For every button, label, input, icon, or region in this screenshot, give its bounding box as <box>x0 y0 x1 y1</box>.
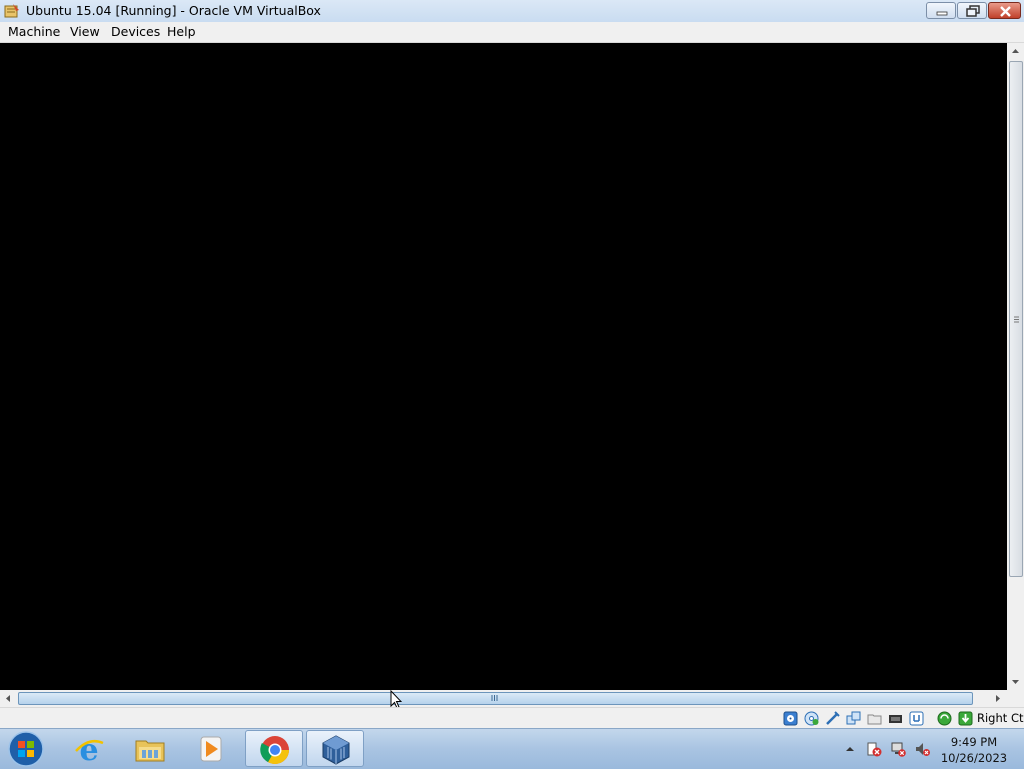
shared-folders-icon[interactable] <box>846 711 861 726</box>
horizontal-scroll-thumb[interactable] <box>18 692 973 705</box>
minimize-button[interactable] <box>926 2 956 19</box>
vertical-scrollbar[interactable] <box>1007 43 1024 690</box>
usb-icon[interactable] <box>825 711 840 726</box>
windows-taskbar: e 9:49 PM 10/26/2023 <box>0 728 1024 769</box>
menu-bar: Machine View Devices Help <box>0 22 1024 43</box>
vm-status-bar: Right Ctrl <box>0 707 1024 729</box>
restore-button[interactable] <box>957 2 987 19</box>
taskbar-internet-explorer[interactable]: e <box>60 730 118 767</box>
host-key-label: Right Ctrl <box>977 711 1024 725</box>
file-explorer-icon <box>135 740 165 762</box>
video-capture-icon[interactable] <box>888 711 903 726</box>
optical-drive-icon[interactable] <box>804 711 819 726</box>
mouse-integration-icon[interactable] <box>937 711 952 726</box>
scroll-left-arrow-icon[interactable] <box>0 690 16 707</box>
menu-devices[interactable]: Devices <box>109 24 162 40</box>
media-player-icon <box>200 736 222 762</box>
clock-time: 9:49 PM <box>950 735 998 749</box>
restore-icon <box>966 5 980 17</box>
scroll-grip-icon <box>1014 316 1019 323</box>
minimize-icon <box>936 11 948 16</box>
scroll-grip-icon <box>491 695 498 701</box>
hard-disk-icon[interactable] <box>783 711 798 726</box>
clock-date: 10/26/2023 <box>940 751 1008 765</box>
taskbar-virtualbox[interactable] <box>306 730 364 767</box>
horizontal-scrollbar[interactable] <box>0 690 1007 707</box>
action-center-warning-icon[interactable] <box>866 741 882 757</box>
scroll-corner <box>1007 690 1024 707</box>
show-hidden-icons-chevron[interactable] <box>842 741 858 757</box>
taskbar-file-explorer[interactable] <box>121 730 179 767</box>
menu-help[interactable]: Help <box>165 24 198 40</box>
host-key-icon[interactable] <box>958 711 973 726</box>
virtualbox-app-icon <box>4 4 19 18</box>
vm-display[interactable] <box>0 43 1007 690</box>
taskbar-media-player[interactable] <box>182 730 240 767</box>
close-icon <box>1000 6 1011 17</box>
internet-explorer-icon: e <box>75 733 104 765</box>
scroll-right-arrow-icon[interactable] <box>990 690 1006 707</box>
window-titlebar[interactable]: Ubuntu 15.04 [Running] - Oracle VM Virtu… <box>0 0 1024 23</box>
start-button-icon[interactable] <box>6 730 46 768</box>
scroll-down-arrow-icon[interactable] <box>1007 674 1024 690</box>
network-icon[interactable] <box>909 711 924 726</box>
window-title: Ubuntu 15.04 [Running] - Oracle VM Virtu… <box>26 3 321 18</box>
svg-text:e: e <box>79 733 98 765</box>
close-button[interactable] <box>988 2 1021 19</box>
scroll-up-arrow-icon[interactable] <box>1007 43 1024 59</box>
taskbar-chrome[interactable] <box>245 730 303 767</box>
menu-machine[interactable]: Machine <box>6 24 62 40</box>
system-clock[interactable]: 9:49 PM 10/26/2023 <box>938 734 1010 766</box>
virtualbox-icon <box>322 735 350 765</box>
menu-view[interactable]: View <box>68 24 102 40</box>
volume-muted-icon[interactable] <box>914 741 930 757</box>
network-disconnected-icon[interactable] <box>890 741 906 757</box>
chrome-icon <box>260 736 289 764</box>
display-icon[interactable] <box>867 711 882 726</box>
vertical-scroll-thumb[interactable] <box>1009 61 1023 577</box>
